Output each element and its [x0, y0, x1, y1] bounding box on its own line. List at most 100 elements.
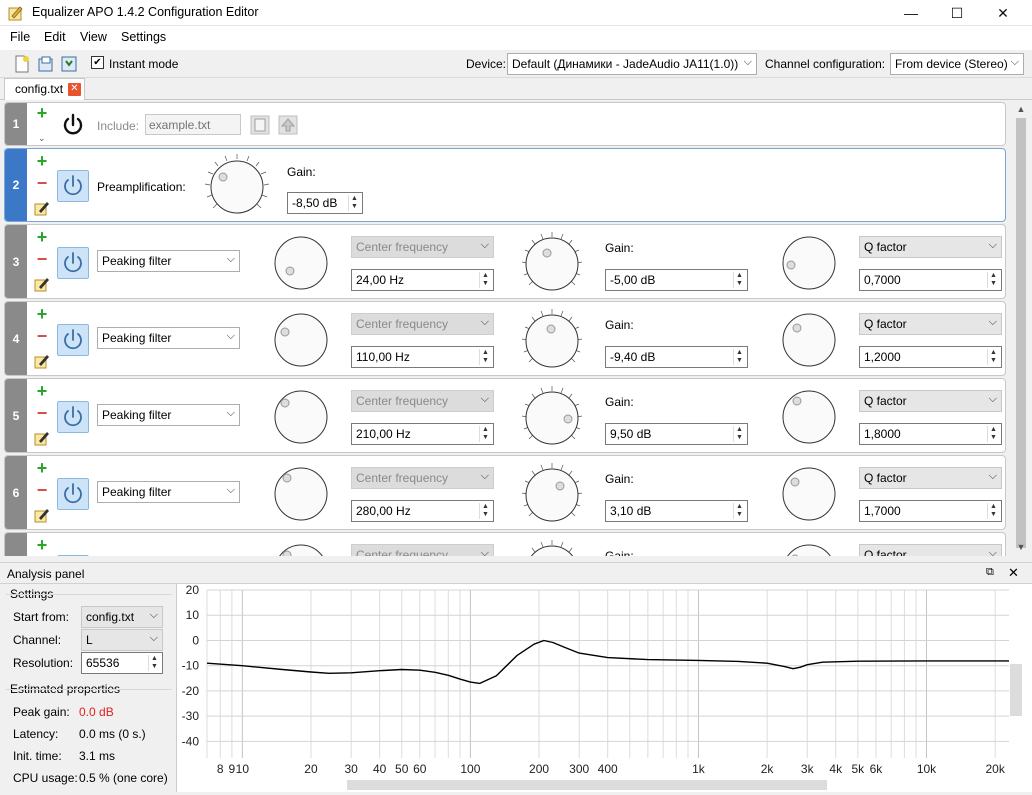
frequency-knob[interactable]: [273, 389, 329, 445]
add-filter-icon[interactable]: +: [35, 459, 49, 477]
menu-settings[interactable]: Settings: [121, 30, 166, 44]
frequency-input[interactable]: 110,00 Hz ▲ ▼: [351, 346, 494, 368]
gain-input[interactable]: -5,00 dB ▲ ▼: [605, 269, 748, 291]
add-filter-icon[interactable]: +: [35, 152, 49, 170]
q-factor-knob[interactable]: [781, 312, 837, 368]
menu-file[interactable]: File: [10, 30, 30, 44]
spin-buttons[interactable]: ▲ ▼: [733, 272, 745, 288]
power-toggle-button[interactable]: [57, 170, 89, 202]
remove-filter-icon[interactable]: −: [35, 174, 49, 192]
spin-buttons[interactable]: ▲ ▼: [479, 349, 491, 365]
power-toggle-button[interactable]: [57, 247, 89, 279]
q-factor-input[interactable]: 1,7000 ▲ ▼: [859, 500, 1002, 522]
preamp-gain-input[interactable]: -8,50 dB ▲ ▼: [287, 192, 363, 214]
q-factor-input[interactable]: 1,2000 ▲ ▼: [859, 346, 1002, 368]
add-filter-icon[interactable]: +: [35, 536, 49, 554]
frequency-knob[interactable]: [273, 312, 329, 368]
power-toggle-button[interactable]: [57, 401, 89, 433]
filter-list-scrollbar[interactable]: ▲ ▼: [1012, 100, 1030, 556]
remove-filter-icon[interactable]: −: [35, 404, 49, 422]
close-button[interactable]: ✕: [980, 0, 1026, 26]
power-toggle-button[interactable]: [57, 555, 89, 556]
start-from-select[interactable]: config.txt ⌵: [81, 606, 163, 628]
open-file-icon[interactable]: [37, 55, 55, 73]
filter-type-select[interactable]: Peaking filter ⌵: [97, 250, 240, 272]
q-factor-label-select[interactable]: Q factor ⌵: [859, 390, 1002, 412]
q-factor-input[interactable]: 1,8000 ▲ ▼: [859, 423, 1002, 445]
q-factor-knob[interactable]: [781, 389, 837, 445]
filter-type-select[interactable]: Peaking filter ⌵: [97, 481, 240, 503]
gain-knob[interactable]: [519, 231, 585, 297]
frequency-response-graph[interactable]: 20 10 0 -10 -20 -30 -40 8 9 10 20 30 40 50 60 100 200 300…: [176, 583, 1032, 792]
add-filter-icon[interactable]: +: [35, 382, 49, 400]
gain-knob[interactable]: [519, 462, 585, 528]
spin-buttons[interactable]: ▲ ▼: [348, 195, 360, 211]
gain-input[interactable]: 3,10 dB ▲ ▼: [605, 500, 748, 522]
gain-input[interactable]: 9,50 dB ▲ ▼: [605, 423, 748, 445]
spin-buttons[interactable]: ▲ ▼: [987, 272, 999, 288]
include-file-input[interactable]: [145, 114, 241, 135]
filter-type-select[interactable]: Peaking filter ⌵: [97, 404, 240, 426]
spin-buttons[interactable]: ▲ ▼: [479, 503, 491, 519]
spin-buttons[interactable]: ▲ ▼: [987, 426, 999, 442]
q-factor-knob[interactable]: [781, 235, 837, 291]
power-toggle-button[interactable]: [57, 478, 89, 510]
scroll-down-icon[interactable]: ▼: [1016, 542, 1026, 552]
add-filter-icon[interactable]: +: [35, 228, 49, 246]
spin-buttons[interactable]: ▲ ▼: [733, 349, 745, 365]
frequency-knob[interactable]: [273, 235, 329, 291]
spin-buttons[interactable]: ▲ ▼: [479, 272, 491, 288]
channel-config-select[interactable]: From device (Stereo) ⌵: [890, 53, 1024, 75]
spin-buttons[interactable]: ▲ ▼: [479, 426, 491, 442]
q-factor-knob[interactable]: [781, 543, 837, 556]
remove-filter-icon[interactable]: −: [35, 250, 49, 268]
spin-buttons[interactable]: ▲ ▼: [987, 349, 999, 365]
frequency-input[interactable]: 24,00 Hz ▲ ▼: [351, 269, 494, 291]
edit-icon[interactable]: [34, 200, 50, 216]
gain-knob[interactable]: [519, 385, 585, 451]
menu-edit[interactable]: Edit: [44, 30, 66, 44]
scrollbar-thumb[interactable]: [1016, 118, 1026, 548]
q-factor-label-select[interactable]: Q factor ⌵: [859, 544, 1002, 556]
preamp-gain-knob[interactable]: [203, 153, 271, 221]
add-filter-icon[interactable]: +: [35, 104, 49, 122]
edit-icon[interactable]: [34, 430, 50, 446]
spin-buttons[interactable]: ▲ ▼: [733, 426, 745, 442]
open-file-icon[interactable]: [250, 115, 270, 135]
frequency-input[interactable]: 210,00 Hz ▲ ▼: [351, 423, 494, 445]
save-file-icon[interactable]: [60, 55, 78, 73]
arrow-up-icon[interactable]: [278, 115, 298, 135]
edit-icon[interactable]: [34, 353, 50, 369]
spin-buttons[interactable]: ▲ ▼: [148, 655, 160, 671]
q-factor-label-select[interactable]: Q factor ⌵: [859, 236, 1002, 258]
spin-buttons[interactable]: ▲ ▼: [987, 503, 999, 519]
maximize-button[interactable]: ☐: [934, 0, 980, 26]
q-factor-knob[interactable]: [781, 466, 837, 522]
q-factor-input[interactable]: 0,7000 ▲ ▼: [859, 269, 1002, 291]
channel-select[interactable]: L ⌵: [81, 629, 163, 651]
power-icon[interactable]: [61, 113, 85, 137]
close-tab-icon[interactable]: ✕: [68, 83, 81, 96]
undock-icon[interactable]: ⧉: [986, 566, 994, 579]
frequency-knob[interactable]: [273, 543, 329, 556]
filter-type-select[interactable]: Peaking filter ⌵: [97, 327, 240, 349]
device-select[interactable]: Default (Динамики - JadeAudio JA11(1.0))…: [507, 53, 757, 75]
new-file-icon[interactable]: [13, 55, 31, 73]
remove-filter-icon[interactable]: −: [35, 481, 49, 499]
scroll-up-icon[interactable]: ▲: [1016, 104, 1026, 114]
gain-input[interactable]: -9,40 dB ▲ ▼: [605, 346, 748, 368]
gain-knob[interactable]: [519, 308, 585, 374]
graph-scrollbar-thumb[interactable]: [1010, 664, 1022, 716]
frequency-knob[interactable]: [273, 466, 329, 522]
resolution-input[interactable]: 65536 ▲ ▼: [81, 652, 163, 674]
instant-mode-checkbox[interactable]: ✔: [91, 56, 104, 69]
minimize-button[interactable]: —: [888, 0, 934, 26]
expand-down-icon[interactable]: ⌄: [38, 133, 46, 144]
edit-icon[interactable]: [34, 507, 50, 523]
spin-buttons[interactable]: ▲ ▼: [733, 503, 745, 519]
tab-config-txt[interactable]: config.txt ✕: [4, 78, 85, 100]
close-panel-icon[interactable]: ✕: [1008, 565, 1019, 581]
frequency-input[interactable]: 280,00 Hz ▲ ▼: [351, 500, 494, 522]
menu-view[interactable]: View: [80, 30, 107, 44]
graph-hscrollbar-thumb[interactable]: [347, 780, 827, 790]
